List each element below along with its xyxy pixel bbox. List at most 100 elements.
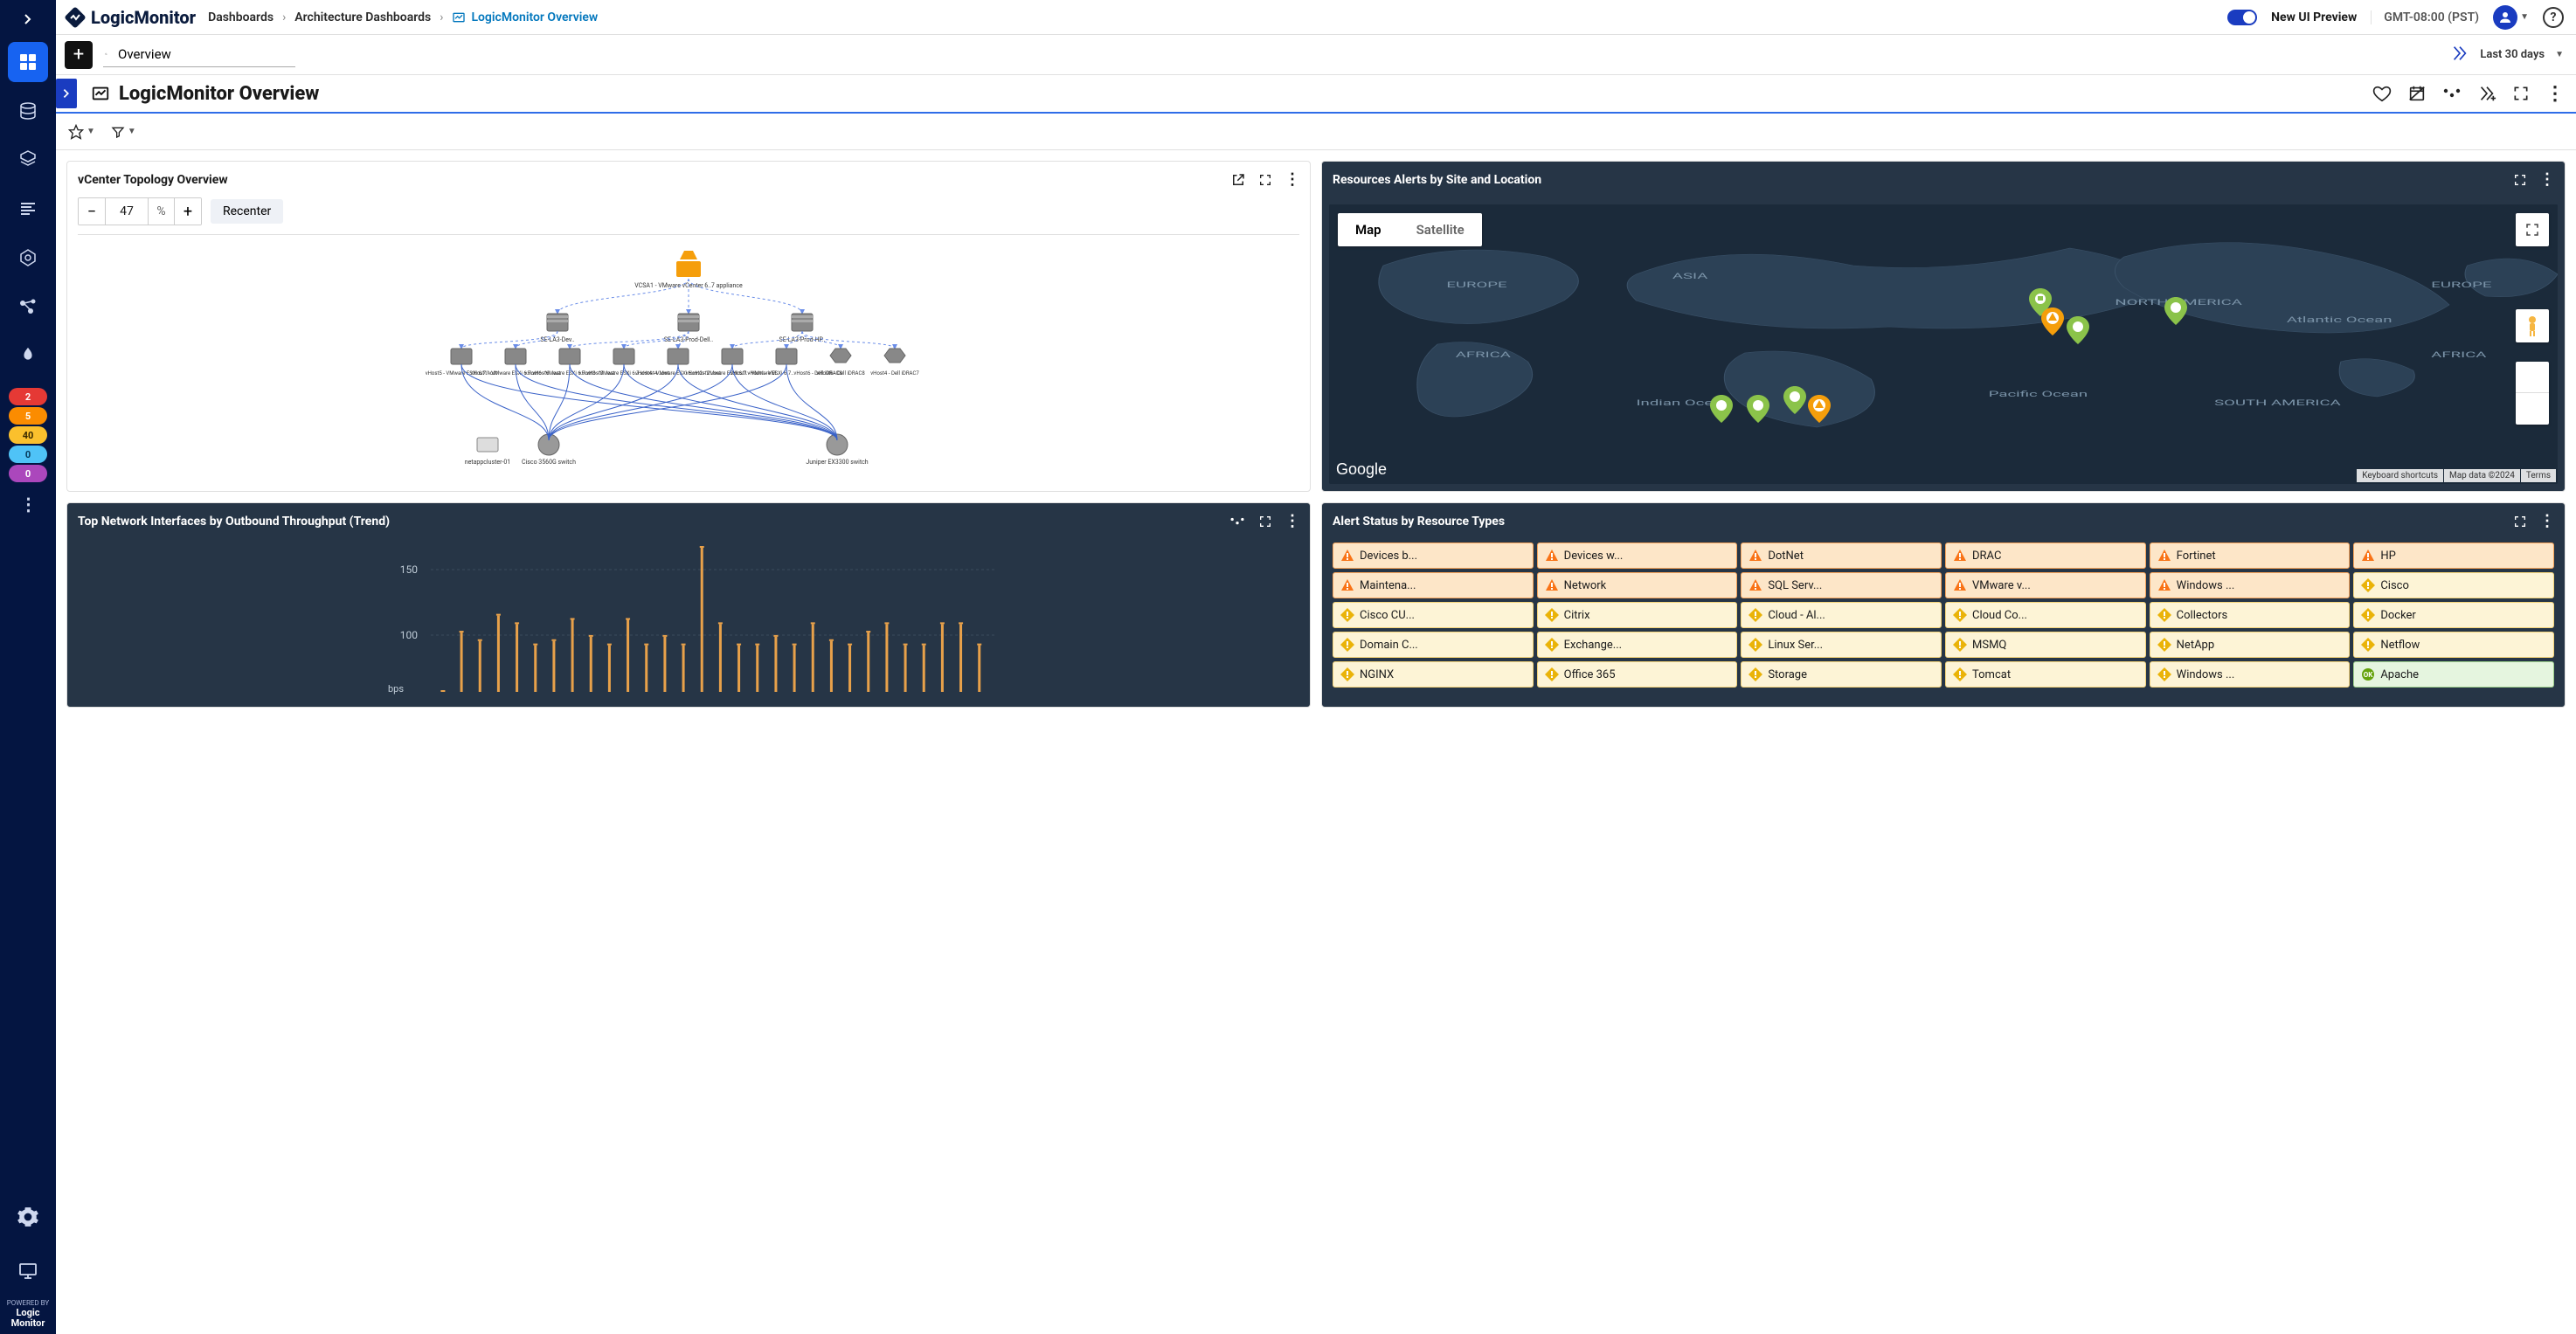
sidebar-expand-button[interactable]	[10, 5, 45, 33]
alert-cell[interactable]: Linux Ser...	[1741, 632, 1942, 658]
streetview-pegman[interactable]	[2516, 309, 2549, 342]
widget-menu-icon[interactable]: ⋮	[1285, 512, 1299, 530]
map-shortcuts[interactable]: Keyboard shortcuts	[2357, 469, 2443, 482]
alert-cell[interactable]: DotNet	[1741, 543, 1942, 569]
alert-cell[interactable]: SQL Serv...	[1741, 572, 1942, 598]
help-button[interactable]: ?	[2543, 7, 2564, 28]
alert-cell[interactable]: Network	[1537, 572, 1738, 598]
schedule-button[interactable]	[2407, 84, 2427, 103]
nav-logs[interactable]	[8, 189, 48, 229]
zoom-value[interactable]: 47	[105, 198, 149, 225]
alert-cell[interactable]: Fortinet	[2150, 543, 2351, 569]
nav-more[interactable]: ⋮	[8, 491, 48, 517]
fullscreen-button[interactable]	[2512, 85, 2530, 102]
mini-menu-button[interactable]	[2442, 88, 2462, 99]
widget-fullscreen-icon[interactable]	[2513, 173, 2527, 187]
nav-alerts[interactable]	[8, 335, 48, 376]
widget-title: Top Network Interfaces by Outbound Throu…	[78, 515, 390, 529]
breadcrumb-level1[interactable]: Architecture Dashboards	[294, 10, 431, 24]
alert-cell[interactable]: NetApp	[2150, 632, 2351, 658]
collapse-button[interactable]	[56, 79, 77, 108]
star-filter[interactable]: ▼	[68, 124, 95, 140]
topology-diagram[interactable]: VCSA1 - VMware vCenter 6..7 appliance SE…	[78, 244, 1299, 471]
alert-cell[interactable]: Cisco	[2353, 572, 2554, 598]
alert-cell[interactable]: Windows ...	[2150, 572, 2351, 598]
alert-cell[interactable]: Devices w...	[1537, 543, 1738, 569]
powered-by-label: POWERED BY LogicMonitor	[7, 1300, 49, 1329]
breadcrumb-root[interactable]: Dashboards	[208, 10, 274, 24]
zoom-plus-button[interactable]: +	[175, 198, 201, 225]
alert-cell[interactable]: OKApache	[2353, 661, 2554, 688]
pill-warning[interactable]: 40	[9, 426, 47, 444]
alert-cell[interactable]: VMware v...	[1945, 572, 2146, 598]
map-zoom-out[interactable]: −	[2516, 393, 2549, 425]
filter-button[interactable]: ▼	[111, 125, 136, 139]
user-menu[interactable]: ▼	[2493, 5, 2529, 30]
nav-resources[interactable]	[8, 91, 48, 131]
add-button[interactable]: +	[65, 41, 93, 69]
alert-cell[interactable]: Windows ...	[2150, 661, 2351, 688]
brand-text: LogicMonitor	[91, 7, 196, 28]
widget-menu-icon[interactable]: ⋮	[2539, 170, 2554, 189]
alert-cell[interactable]: Citrix	[1537, 602, 1738, 628]
alert-cell-label: MSMQ	[1972, 639, 2006, 652]
map-terms[interactable]: Terms	[2521, 469, 2556, 482]
breadcrumb-current[interactable]: LogicMonitor Overview	[452, 10, 598, 24]
pill-info[interactable]: 0	[9, 446, 47, 463]
timezone-label[interactable]: GMT-08:00 (PST)	[2371, 10, 2479, 24]
nav-settings[interactable]	[8, 1197, 48, 1237]
alert-cell[interactable]: Cloud Co...	[1945, 602, 2146, 628]
overflow-menu-button[interactable]: ⋮	[2545, 83, 2564, 105]
zoom-minus-button[interactable]: −	[79, 198, 105, 225]
time-range-picker[interactable]: Last 30 days ▼	[2450, 44, 2564, 66]
map-tab-satellite[interactable]: Satellite	[1399, 213, 1482, 246]
map-tab-map[interactable]: Map	[1338, 213, 1399, 246]
map-fullscreen-button[interactable]	[2516, 213, 2549, 246]
brand-logo[interactable]: LogicMonitor	[65, 7, 196, 28]
trend-chart[interactable]: 150 100 bps	[78, 539, 1299, 696]
alert-cell[interactable]: DRAC	[1945, 543, 2146, 569]
alert-cell[interactable]: Netflow	[2353, 632, 2554, 658]
alert-cell[interactable]: Collectors	[2150, 602, 2351, 628]
pill-error[interactable]: 5	[9, 407, 47, 425]
svg-text:Juniper EX3300 switch: Juniper EX3300 switch	[806, 459, 868, 466]
widget-menu-icon[interactable]: ⋮	[1285, 170, 1299, 189]
alert-cell[interactable]: HP	[2353, 543, 2554, 569]
alert-cell[interactable]: Cloud - Al...	[1741, 602, 1942, 628]
alert-cell-label: Windows ...	[2177, 668, 2235, 681]
recenter-button[interactable]: Recenter	[211, 199, 283, 224]
open-external-icon[interactable]	[1230, 172, 1246, 188]
svg-text:netappcluster-01: netappcluster-01	[465, 459, 511, 466]
nav-support[interactable]	[8, 1251, 48, 1291]
widget-fullscreen-icon[interactable]	[1258, 515, 1272, 529]
alert-cell[interactable]: NGINX	[1333, 661, 1534, 688]
widget-menu-icon[interactable]: ⋮	[2539, 512, 2554, 530]
mini-menu-icon[interactable]	[1229, 517, 1246, 526]
widget-fullscreen-icon[interactable]	[1258, 173, 1272, 187]
map-canvas[interactable]: EUROPE ASIA NORTH AMERICA Atlantic Ocean…	[1329, 204, 2558, 484]
play-add-button[interactable]	[2477, 84, 2496, 103]
alert-cell[interactable]: Office 365	[1537, 661, 1738, 688]
alert-cell[interactable]: MSMQ	[1945, 632, 2146, 658]
alert-cell[interactable]: Domain C...	[1333, 632, 1534, 658]
alert-cell-label: Cisco CU...	[1360, 609, 1415, 622]
alert-cell[interactable]: Docker	[2353, 602, 2554, 628]
nav-dashboards[interactable]	[8, 42, 48, 82]
alert-cell[interactable]: Devices b...	[1333, 543, 1534, 569]
map-zoom-in[interactable]: +	[2516, 362, 2549, 393]
alert-cell[interactable]: Cisco CU...	[1333, 602, 1534, 628]
alert-cell[interactable]: Storage	[1741, 661, 1942, 688]
ui-preview-toggle[interactable]	[2227, 10, 2257, 25]
search-input[interactable]	[116, 45, 294, 63]
alert-cell-label: Linux Ser...	[1768, 639, 1823, 652]
pill-critical[interactable]: 2	[9, 388, 47, 405]
nav-topology[interactable]	[8, 287, 48, 327]
alert-cell[interactable]: Exchange...	[1537, 632, 1738, 658]
pill-other[interactable]: 0	[9, 465, 47, 482]
widget-fullscreen-icon[interactable]	[2513, 515, 2527, 529]
nav-inventory[interactable]	[8, 140, 48, 180]
favorite-button[interactable]	[2372, 84, 2392, 103]
alert-cell[interactable]: Maintena...	[1333, 572, 1534, 598]
nav-services[interactable]	[8, 238, 48, 278]
alert-cell[interactable]: Tomcat	[1945, 661, 2146, 688]
